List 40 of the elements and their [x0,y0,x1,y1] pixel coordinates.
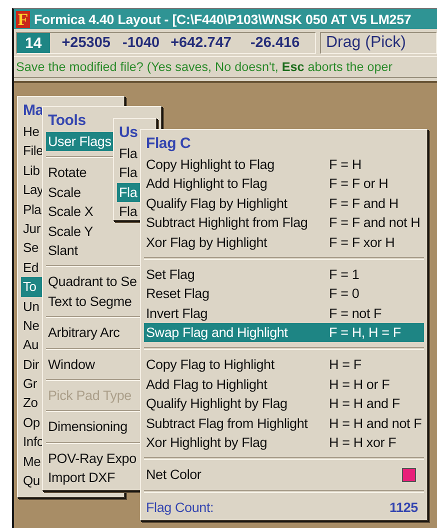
menu-item[interactable]: Subtract Highlight from Flag F = F and not H [144,213,424,233]
shortcut-label: F = 1 [329,266,360,284]
shortcut-label: H = H or F [329,376,391,394]
mode-field: Drag (Pick) [320,32,437,54]
flag-count-value: 1125 [390,498,418,517]
coordinate-readout: +25305 [62,35,110,51]
menu-item[interactable]: Swap Flag and Highlight F = H, H = F [144,323,424,342]
menu-title: Tools [47,111,87,131]
menu-item[interactable]: Invert Flag F = not F [144,304,424,324]
app-logo: F [16,10,30,28]
menu-item[interactable]: Copy Flag to Highlight H = F [144,355,424,375]
coordinate-readout: +642.747 [170,35,232,51]
shortcut-label: F = 0 [329,285,360,304]
menu-item[interactable]: Qualify Highlight by Flag H = H and F [144,394,424,414]
menu-item[interactable]: Add Flag to Highlight H = H or F [144,374,424,394]
menu-item[interactable]: Subtract Flag from Highlight H = H and not F [144,414,424,433]
prompt-text: Save the modified file? (Yes saves, No doesn't, Esc aborts the oper [14,56,437,78]
shortcut-label: F = F and not H [329,214,422,232]
shortcut-label: F = H [329,156,362,174]
coordinate-readout: -1040 [122,35,160,51]
menu-item[interactable]: Net Color [144,465,424,485]
menu-title: Ma [22,101,44,121]
menu-item[interactable]: Xor Flag by Highlight F = F xor H [144,232,424,252]
layer-indicator: 14 [17,33,50,53]
menu-item[interactable]: Reset Flag F = 0 [144,284,424,304]
flag-count-label: Flag Count: [146,498,214,517]
shortcut-label: H = F [329,356,362,374]
shortcut-label: H = H xor F [329,434,398,452]
window-title: Formica 4.40 Layout - [C:\F440\P103\WNSK 050 AT V5 LM257 [34,12,412,26]
menu-item[interactable]: Xor Highlight by Flag H = H xor F [144,432,424,452]
shortcut-label: H = H and not F [329,414,422,433]
shortcut-label: F = F and H [329,194,400,213]
shortcut-label: F = F or H [329,175,390,194]
menu-item[interactable]: Set Flag F = 1 [144,264,424,284]
shortcut-label: F = F xor H [329,234,396,252]
shortcut-label: F = H, H = F [329,324,402,342]
coordinate-readout: -26.416 [250,35,300,51]
shortcut-label: F = not F [329,304,383,323]
shortcut-label: H = H and F [329,395,401,414]
menu-item[interactable]: Copy Highlight to Flag F = H [144,155,424,174]
